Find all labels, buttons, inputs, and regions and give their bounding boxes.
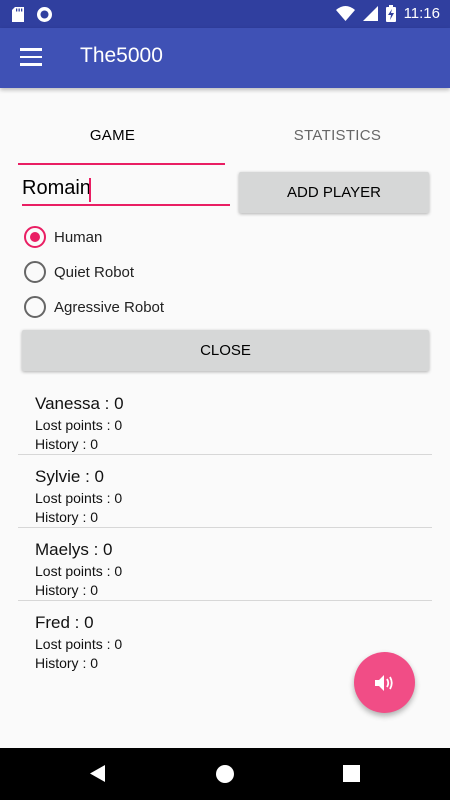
player-name: Maelys : 0 [35,540,113,559]
radio-unchecked-icon[interactable] [24,261,46,283]
player-name: Vanessa : 0 [35,394,124,413]
player-name: Fred : 0 [35,613,94,632]
signal-icon [362,6,378,21]
player-list-item[interactable]: Vanessa : 0 Lost points : 0 History : 0 [35,394,425,452]
hamburger-menu-icon[interactable] [20,48,42,66]
radio-quiet-robot[interactable]: Quiet Robot [24,260,134,284]
list-divider [18,527,432,528]
battery-charging-icon [385,5,396,22]
speaker-icon [374,674,393,691]
recents-icon[interactable] [343,765,360,782]
status-time: 11:16 [403,5,440,22]
radio-label-human: Human [54,228,103,246]
radio-unchecked-icon[interactable] [24,296,46,318]
player-history: History : 0 [35,509,99,525]
system-nav-bar [0,748,450,800]
radio-label-agressive-robot: Agressive Robot [54,298,165,316]
player-name-input[interactable] [22,172,230,206]
radio-label-quiet-robot: Quiet Robot [54,263,135,281]
wifi-icon [335,6,355,21]
list-divider [18,454,432,455]
tab-game[interactable]: GAME [0,110,225,164]
text-cursor [89,178,91,202]
player-lost-points: Lost points : 0 [35,636,123,652]
radio-agressive-robot[interactable]: Agressive Robot [24,295,164,319]
tab-statistics[interactable]: STATISTICS [225,110,450,164]
sd-card-icon [12,7,24,22]
radio-checked-icon[interactable] [24,226,46,248]
app-bar: The5000 [0,28,450,88]
notification-circle-icon [37,7,52,22]
back-icon[interactable] [88,764,107,783]
player-list-item[interactable]: Sylvie : 0 Lost points : 0 History : 0 [35,467,425,525]
close-button[interactable]: CLOSE [22,330,429,371]
player-lost-points: Lost points : 0 [35,490,123,506]
player-lost-points: Lost points : 0 [35,417,123,433]
player-list-item[interactable]: Maelys : 0 Lost points : 0 History : 0 [35,540,425,598]
tab-indicator [18,163,225,165]
player-history: History : 0 [35,436,99,452]
speaker-fab-button[interactable] [354,652,415,713]
app-title: The5000 [80,44,163,67]
player-name: Sylvie : 0 [35,467,104,486]
player-history: History : 0 [35,582,99,598]
add-player-button[interactable]: ADD PLAYER [239,172,429,213]
tab-bar: GAME STATISTICS [0,110,450,165]
player-lost-points: Lost points : 0 [35,563,123,579]
list-divider [18,600,432,601]
radio-human[interactable]: Human [24,225,102,249]
status-bar: 11:16 [0,0,450,28]
home-icon[interactable] [215,764,235,784]
player-name-field-wrapper [22,172,230,210]
